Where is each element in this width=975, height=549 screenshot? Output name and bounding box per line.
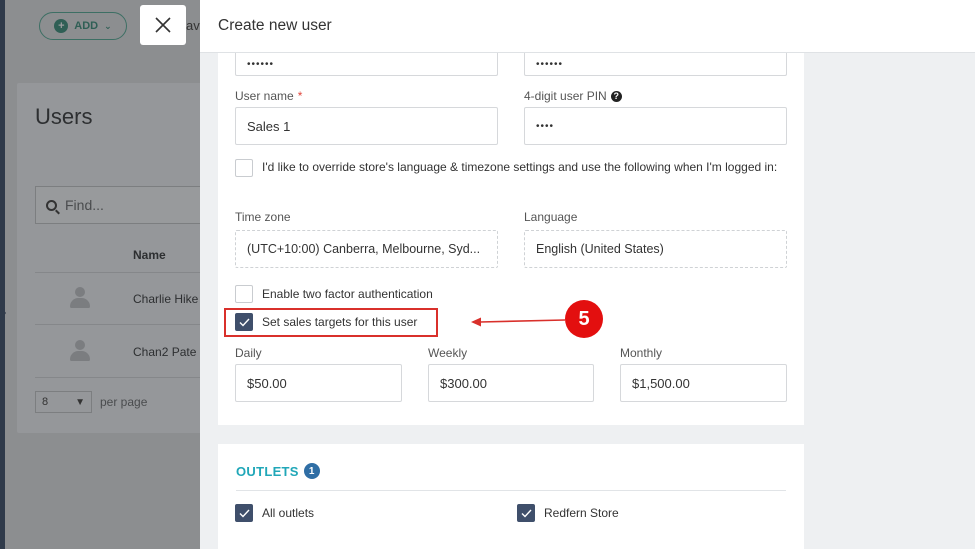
pin-field[interactable]: •••• xyxy=(524,107,787,145)
annotation-step-badge: 5 xyxy=(565,300,603,338)
pin-label: 4-digit user PIN? xyxy=(524,89,622,103)
user-details-card: •••••• •••••• User name * Sales 1 4-digit… xyxy=(218,53,804,425)
per-page-value: 8 xyxy=(42,396,49,408)
close-button[interactable] xyxy=(140,5,186,45)
row-divider xyxy=(35,377,215,378)
checkmark-icon xyxy=(239,509,250,518)
search-placeholder: Find... xyxy=(65,197,104,213)
per-page-label: per page xyxy=(100,395,148,409)
divider xyxy=(236,490,786,491)
page-title: Users xyxy=(35,104,93,129)
nav-notch xyxy=(0,305,6,321)
per-page-select[interactable]: 8 ▼ xyxy=(35,391,92,413)
row-divider xyxy=(35,324,215,325)
truncated-header-text: av xyxy=(186,18,200,33)
daily-target-field[interactable]: $50.00 xyxy=(235,364,402,402)
left-nav-bar xyxy=(0,0,5,549)
create-user-panel: Create new user •••••• •••••• User name *… xyxy=(200,0,975,549)
daily-label: Daily xyxy=(235,346,262,360)
help-icon[interactable]: ? xyxy=(610,91,622,103)
outlets-title: OUTLETS 1 xyxy=(236,463,320,479)
two-factor-checkbox[interactable] xyxy=(235,285,253,303)
two-factor-label: Enable two factor authentication xyxy=(262,287,433,301)
add-button[interactable]: + ADD ⌄ xyxy=(39,12,127,40)
chevron-down-icon: ⌄ xyxy=(104,20,112,31)
plus-icon: + xyxy=(54,19,69,33)
language-label: Language xyxy=(524,210,578,224)
pagination: 8 ▼ per page xyxy=(35,391,147,413)
table-row-name[interactable]: Chan2 Pate xyxy=(133,345,196,359)
row-divider xyxy=(35,272,215,273)
panel-title: Create new user xyxy=(218,17,332,34)
weekly-label: Weekly xyxy=(428,346,468,360)
close-icon xyxy=(155,17,171,33)
weekly-target-field[interactable]: $300.00 xyxy=(428,364,594,402)
pin-label-text: 4-digit user PIN xyxy=(524,89,607,103)
panel-header: Create new user xyxy=(200,0,975,53)
timezone-select[interactable]: (UTC+10:00) Canberra, Melbourne, Syd... xyxy=(235,230,498,268)
chevron-down-icon: ▼ xyxy=(75,396,85,408)
outlets-count-badge: 1 xyxy=(303,463,320,479)
password-field[interactable]: •••••• xyxy=(235,53,498,76)
outlets-title-text: OUTLETS xyxy=(236,463,299,479)
language-select[interactable]: English (United States) xyxy=(524,230,787,268)
avatar xyxy=(69,287,91,309)
table-row-name[interactable]: Charlie Hike xyxy=(133,292,198,306)
username-label-text: User name xyxy=(235,89,294,103)
column-header-name[interactable]: Name xyxy=(133,248,166,262)
monthly-label: Monthly xyxy=(620,346,663,360)
redfern-store-label: Redfern Store xyxy=(544,506,619,520)
search-icon xyxy=(46,199,57,211)
annotation-highlight-box xyxy=(224,308,438,337)
all-outlets-label: All outlets xyxy=(262,506,315,520)
annotation-arrow-icon xyxy=(471,317,566,327)
timezone-label: Time zone xyxy=(235,210,291,224)
override-settings-label: I'd like to override store's language & … xyxy=(262,160,778,174)
search-input[interactable]: Find... xyxy=(35,186,215,224)
checkmark-icon xyxy=(521,509,532,518)
override-settings-checkbox[interactable] xyxy=(235,159,253,177)
confirm-password-field[interactable]: •••••• xyxy=(524,53,787,76)
avatar xyxy=(69,340,91,362)
add-button-label: ADD xyxy=(74,20,99,32)
username-field[interactable]: Sales 1 xyxy=(235,107,498,145)
all-outlets-checkbox[interactable] xyxy=(235,504,253,522)
users-card xyxy=(17,83,217,433)
outlets-card: OUTLETS 1 All outlets Redfern Store xyxy=(218,444,804,549)
username-label: User name * xyxy=(235,89,302,103)
redfern-store-checkbox[interactable] xyxy=(517,504,535,522)
monthly-target-field[interactable]: $1,500.00 xyxy=(620,364,787,402)
required-marker: * xyxy=(297,89,303,103)
